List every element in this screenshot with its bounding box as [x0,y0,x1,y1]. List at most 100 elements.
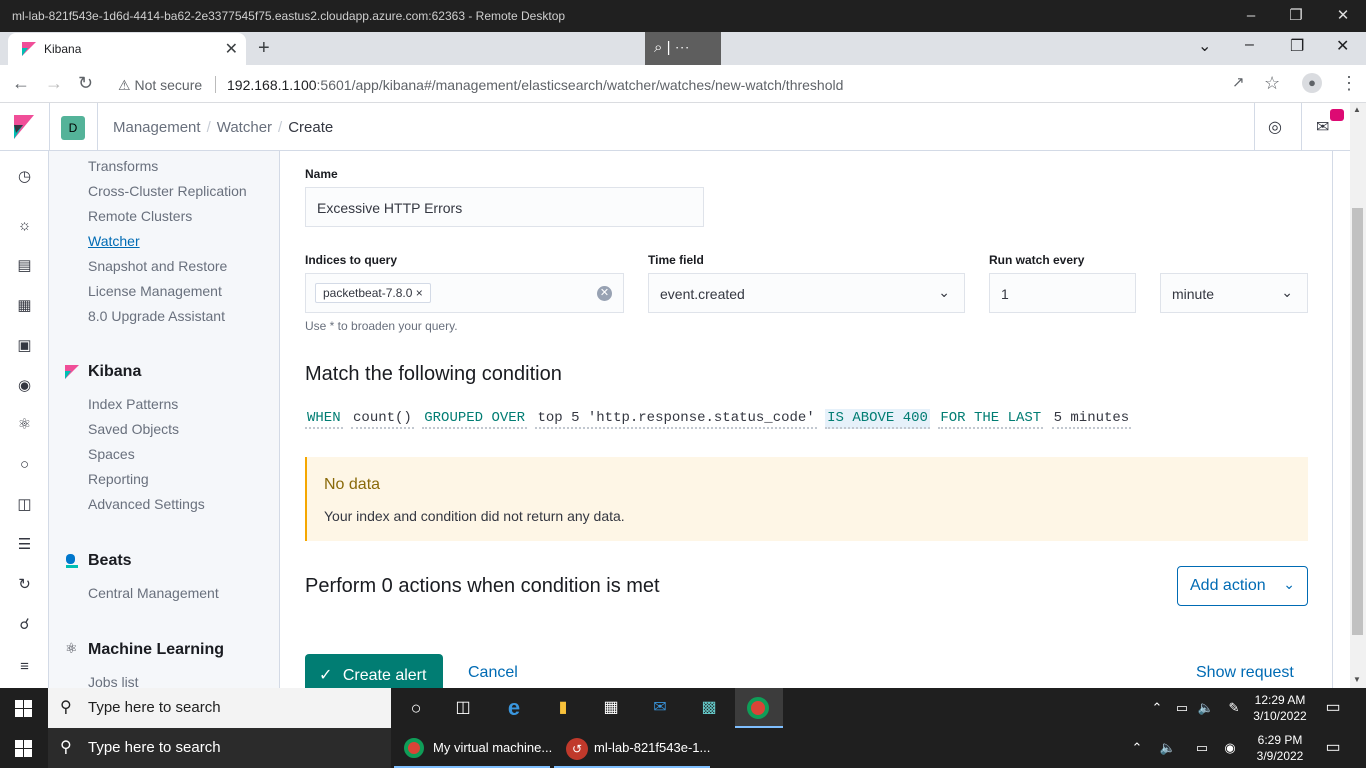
sidebar-item-transforms[interactable]: Transforms [88,158,158,174]
tab-search-chevron-icon[interactable]: ⌄ [1198,36,1211,56]
index-badge[interactable]: packetbeat-7.8.0 × [315,283,431,303]
add-action-button[interactable]: Add action ⌄ [1177,566,1308,606]
clear-icon[interactable]: ✕ [597,286,612,301]
back-arrow-icon[interactable]: ← [12,73,30,94]
share-icon[interactable]: ↗ [1232,73,1245,91]
ml-icon[interactable]: ⚛ [15,415,34,434]
newsfeed-mail-icon[interactable]: ✉ [1316,117,1329,137]
volume-icon[interactable]: 🔈 [1156,736,1180,760]
logs-icon[interactable]: ◫ [15,495,34,514]
battery-icon[interactable]: ▭ [1190,736,1214,760]
profile-avatar-icon[interactable]: ● [1302,73,1322,93]
reload-icon[interactable]: ↻ [78,73,93,94]
pen-icon[interactable]: ✎ [1222,696,1246,720]
file-explorer-icon[interactable]: ▮ [551,696,575,720]
run-every-unit-select[interactable]: minute ⌄ [1160,273,1308,313]
sidebar-item-upgrade-assistant[interactable]: 8.0 Upgrade Assistant [88,308,225,324]
browser-tab-kibana[interactable]: Kibana ✕ [8,33,246,65]
forward-arrow-icon[interactable]: → [45,73,63,94]
breadcrumb-watcher[interactable]: Watcher [217,119,272,136]
scroll-up-icon[interactable]: ▲ [1353,105,1361,114]
taskbar-search-box[interactable]: ⚲ Type here to search [48,728,391,768]
sidebar-item-spaces[interactable]: Spaces [88,446,135,462]
new-tab-button[interactable]: + [258,37,270,60]
space-avatar[interactable]: D [61,116,85,140]
window-value[interactable]: 5 minutes [1051,409,1132,429]
sidebar-item-reporting[interactable]: Reporting [88,471,149,487]
help-icon[interactable]: ◎ [1268,117,1282,137]
show-hidden-icons-chevron[interactable]: ⌃ [1145,696,1169,720]
notification-center-icon[interactable]: ▭ [1321,736,1345,760]
agg-value[interactable]: count() [351,409,414,429]
uptime-icon[interactable]: ☰ [15,535,34,554]
show-hidden-icons-chevron[interactable]: ⌃ [1125,736,1149,760]
omnibox[interactable]: ⚠ Not secure 192.168.1.100:5601/app/kiba… [108,68,1298,100]
taskbar-clock[interactable]: 6:29 PM 3/9/2022 [1250,732,1310,764]
collapse-nav-icon[interactable]: ≡ [15,657,34,676]
grouped-over-expression[interactable]: GROUPED OVER [422,409,528,429]
browser-restore-button[interactable]: ❐ [1290,36,1304,56]
scroll-down-icon[interactable]: ▼ [1353,675,1361,684]
monitoring-icon[interactable]: ☌ [15,615,34,634]
mail-icon[interactable]: ✉ [648,696,672,720]
recent-clock-icon[interactable]: ◷ [15,167,34,186]
bookmark-star-icon[interactable]: ☆ [1264,73,1280,94]
show-request-button[interactable]: Show request [1196,664,1294,682]
dashboard-icon[interactable]: ▦ [15,296,34,315]
sidebar-item-index-patterns[interactable]: Index Patterns [88,396,178,412]
page-scrollbar[interactable]: ▲ ▼ [1350,103,1366,688]
task-view-icon[interactable]: ◫ [451,696,475,720]
browser-close-button[interactable]: ✕ [1336,36,1349,56]
sidebar-item-advanced-settings[interactable]: Advanced Settings [88,496,205,512]
visualize-icon[interactable]: ▤ [15,256,34,275]
sidebar-item-remote-clusters[interactable]: Remote Clusters [88,208,192,224]
windows-start-icon[interactable] [15,740,32,757]
cortana-icon[interactable]: ○ [404,696,428,720]
discover-compass-icon[interactable]: ☼ [15,216,34,235]
restore-button[interactable]: ❐ [1286,6,1306,26]
volume-icon[interactable]: 🔈 [1194,696,1218,720]
network-icon[interactable]: ▭ [1170,696,1194,720]
server-manager-icon[interactable]: ▩ [697,696,721,720]
when-expression[interactable]: WHEN [305,409,343,429]
taskbar-app-remote-desktop[interactable]: ↺ ml-lab-821f543e-1... [554,728,710,768]
sidebar-item-watcher[interactable]: Watcher [88,233,140,249]
url-text[interactable]: 192.168.1.100:5601/app/kibana#/managemen… [227,77,843,93]
sidebar-item-ccr[interactable]: Cross-Cluster Replication [88,183,247,199]
group-value[interactable]: top 5 'http.response.status_code' [535,409,817,429]
browser-minimize-button[interactable]: – [1245,36,1254,54]
minimize-button[interactable]: – [1241,6,1261,26]
run-every-input[interactable]: 1 [989,273,1136,313]
canvas-icon[interactable]: ▣ [15,336,34,355]
taskbar-search-box[interactable]: ⚲ Type here to search [48,688,391,728]
maps-icon[interactable]: ◉ [15,376,34,395]
threshold-expression[interactable]: IS ABOVE 400 [825,409,930,429]
close-tab-icon[interactable]: ✕ [225,39,238,59]
store-icon[interactable]: ▦ [599,696,623,720]
siem-icon[interactable]: ○ [15,455,34,474]
scrollbar-thumb[interactable] [1352,208,1363,635]
taskbar-app-chrome[interactable]: My virtual machine... [394,728,552,768]
chrome-taskbar-app[interactable] [735,688,783,728]
for-the-last-expression[interactable]: FOR THE LAST [938,409,1044,429]
create-alert-button[interactable]: ✓ Create alert [305,654,443,688]
browser-menu-icon[interactable]: ⋮ [1340,73,1358,94]
sidebar-item-license[interactable]: License Management [88,283,222,299]
taskbar-clock[interactable]: 12:29 AM 3/10/2022 [1249,692,1311,724]
notification-center-icon[interactable]: ▭ [1321,696,1345,720]
close-button[interactable]: ✕ [1333,6,1353,26]
breadcrumb-management[interactable]: Management [113,119,201,136]
time-field-select[interactable]: event.created ⌄ [648,273,965,313]
edge-icon[interactable]: e [502,696,526,720]
cancel-button[interactable]: Cancel [468,664,518,682]
not-secure-indicator[interactable]: ⚠ Not secure [118,77,202,94]
name-input[interactable]: Excessive HTTP Errors [305,187,704,227]
rdp-zoom-pill[interactable]: ⌕ | ⋯ [645,32,721,66]
windows-start-icon[interactable] [15,700,32,717]
sidebar-item-central-management[interactable]: Central Management [88,585,219,601]
kibana-logo-icon[interactable] [14,115,34,139]
sidebar-item-snapshot-restore[interactable]: Snapshot and Restore [88,258,227,274]
indices-combobox[interactable]: packetbeat-7.8.0 × ✕ [305,273,624,313]
wifi-icon[interactable]: ◉ [1218,736,1242,760]
sidebar-item-jobs-list[interactable]: Jobs list [88,674,139,688]
